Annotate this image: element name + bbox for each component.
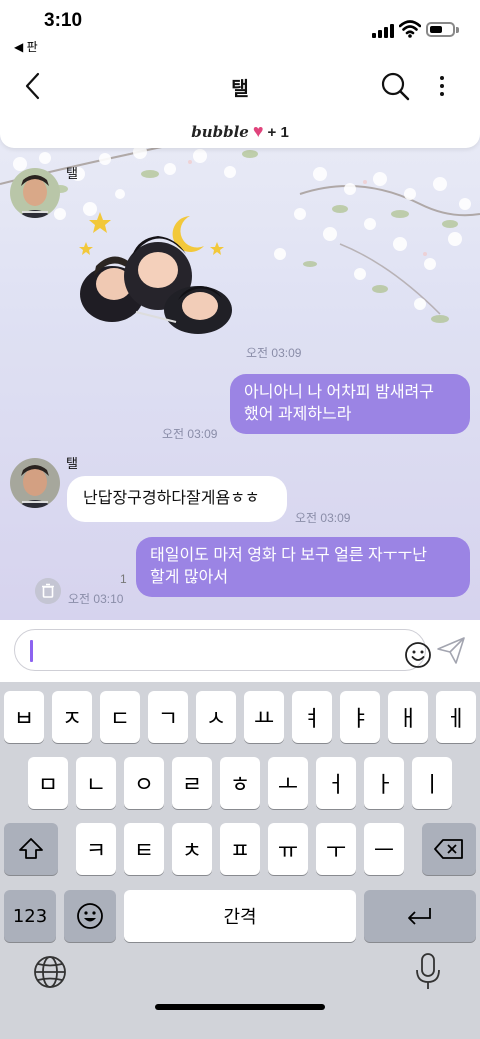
incoming-message-bubble[interactable]: 난답장구경하다잘게욤ㅎㅎ bbox=[67, 476, 287, 522]
key[interactable]: ㅣ bbox=[412, 757, 452, 809]
status-time: 3:10 bbox=[44, 10, 83, 31]
chat-header: 탤 bbox=[0, 58, 480, 114]
cellular-signal-icon bbox=[372, 22, 394, 38]
message-text: 난답장구경하다잘게욤ㅎㅎ bbox=[83, 490, 260, 507]
korean-keyboard: ㅂ ㅈ ㄷ ㄱ ㅅ ㅛ ㅕ ㅑ ㅐ ㅔ ㅁ ㄴ ㅇ ㄹ ㅎ ㅗ ㅓ ㅏ ㅣ ㅋ … bbox=[0, 682, 480, 1039]
sender-name: 탤 bbox=[66, 456, 78, 471]
smiley-icon[interactable] bbox=[404, 641, 432, 669]
text-cursor bbox=[30, 640, 33, 662]
key[interactable]: ㅍ bbox=[220, 823, 260, 875]
message-text-line: 아니아니 나 어차피 밤새려구 bbox=[244, 384, 434, 401]
numbers-key[interactable]: 123 bbox=[4, 890, 56, 942]
message-input[interactable] bbox=[14, 629, 431, 671]
key[interactable]: ㅅ bbox=[196, 691, 236, 743]
message-text-line: 했어 과제하느라 bbox=[244, 406, 352, 423]
key[interactable]: ㅓ bbox=[316, 757, 356, 809]
paper-plane-icon[interactable] bbox=[436, 635, 466, 665]
space-key[interactable]: 간격 bbox=[124, 890, 356, 942]
key[interactable]: ㅑ bbox=[340, 691, 380, 743]
return-icon bbox=[408, 908, 431, 925]
shift-key[interactable] bbox=[4, 823, 58, 875]
key[interactable]: ㅏ bbox=[364, 757, 404, 809]
key[interactable]: ㅛ bbox=[244, 691, 284, 743]
key[interactable]: ㄹ bbox=[172, 757, 212, 809]
chat-area[interactable]: bubble ♥ + 1 탤 오전 03:09 아니아니 나 어차피 밤새려구 했어… bbox=[0, 114, 480, 620]
sender-avatar[interactable] bbox=[10, 168, 60, 218]
key[interactable]: ㅇ bbox=[124, 757, 164, 809]
key[interactable]: ㄴ bbox=[76, 757, 116, 809]
outgoing-message-bubble[interactable]: 태일이도 마저 영화 다 보구 얼른 자ㅜㅜ난 할게 많아서 bbox=[136, 537, 470, 597]
search-icon[interactable] bbox=[380, 71, 410, 101]
back-to-app-link[interactable]: ◀ 판 bbox=[14, 38, 38, 55]
key[interactable]: ㅎ bbox=[220, 757, 260, 809]
globe-icon[interactable] bbox=[32, 954, 68, 990]
more-options-icon[interactable] bbox=[430, 72, 454, 100]
key[interactable]: ㅕ bbox=[292, 691, 332, 743]
key[interactable]: ㅈ bbox=[52, 691, 92, 743]
key[interactable]: ㅜ bbox=[316, 823, 356, 875]
heart-icon: ♥ bbox=[252, 121, 264, 141]
unread-count: 1 bbox=[120, 572, 127, 586]
wifi-icon bbox=[399, 20, 421, 38]
back-arrow-icon[interactable] bbox=[20, 72, 48, 100]
key[interactable]: ㅁ bbox=[28, 757, 68, 809]
sender-name: 탤 bbox=[66, 166, 78, 181]
message-time: 오전 03:09 bbox=[295, 511, 351, 525]
bubble-brand-label: bubble bbox=[191, 123, 249, 141]
battery-icon bbox=[426, 22, 459, 37]
return-key[interactable] bbox=[364, 890, 476, 942]
key[interactable]: ㅠ bbox=[268, 823, 308, 875]
emoji-icon bbox=[77, 903, 103, 929]
shift-icon bbox=[19, 838, 43, 859]
status-bar: 3:10 ◀ 판 bbox=[0, 0, 480, 58]
key[interactable]: ㅐ bbox=[388, 691, 428, 743]
message-text-line: 할게 많아서 bbox=[150, 569, 229, 586]
outgoing-message-bubble[interactable]: 아니아니 나 어차피 밤새려구 했어 과제하느라 bbox=[230, 374, 470, 434]
bubble-plus-count: + 1 bbox=[267, 124, 289, 141]
message-time: 오전 03:10 bbox=[68, 592, 124, 606]
key[interactable]: ㅗ bbox=[268, 757, 308, 809]
key[interactable]: ㅊ bbox=[172, 823, 212, 875]
trash-icon[interactable] bbox=[35, 578, 61, 604]
key[interactable]: ㅂ bbox=[4, 691, 44, 743]
sticker-image[interactable] bbox=[72, 202, 242, 338]
key[interactable]: ㅡ bbox=[364, 823, 404, 875]
sender-avatar[interactable] bbox=[10, 458, 60, 508]
message-time: 오전 03:09 bbox=[246, 346, 302, 360]
key[interactable]: ㅋ bbox=[76, 823, 116, 875]
bubble-subscription-banner[interactable]: bubble ♥ + 1 bbox=[0, 114, 480, 148]
message-text-line: 태일이도 마저 영화 다 보구 얼른 자ㅜㅜ난 bbox=[150, 547, 427, 564]
key[interactable]: ㄱ bbox=[148, 691, 188, 743]
key[interactable]: ㅔ bbox=[436, 691, 476, 743]
microphone-icon[interactable] bbox=[412, 952, 444, 992]
emoji-key[interactable] bbox=[64, 890, 116, 942]
home-indicator bbox=[155, 1004, 325, 1010]
message-composer bbox=[0, 620, 480, 682]
key[interactable]: ㅌ bbox=[124, 823, 164, 875]
message-time: 오전 03:09 bbox=[162, 427, 218, 441]
backspace-icon bbox=[434, 839, 463, 859]
key[interactable]: ㄷ bbox=[100, 691, 140, 743]
delete-key[interactable] bbox=[422, 823, 476, 875]
